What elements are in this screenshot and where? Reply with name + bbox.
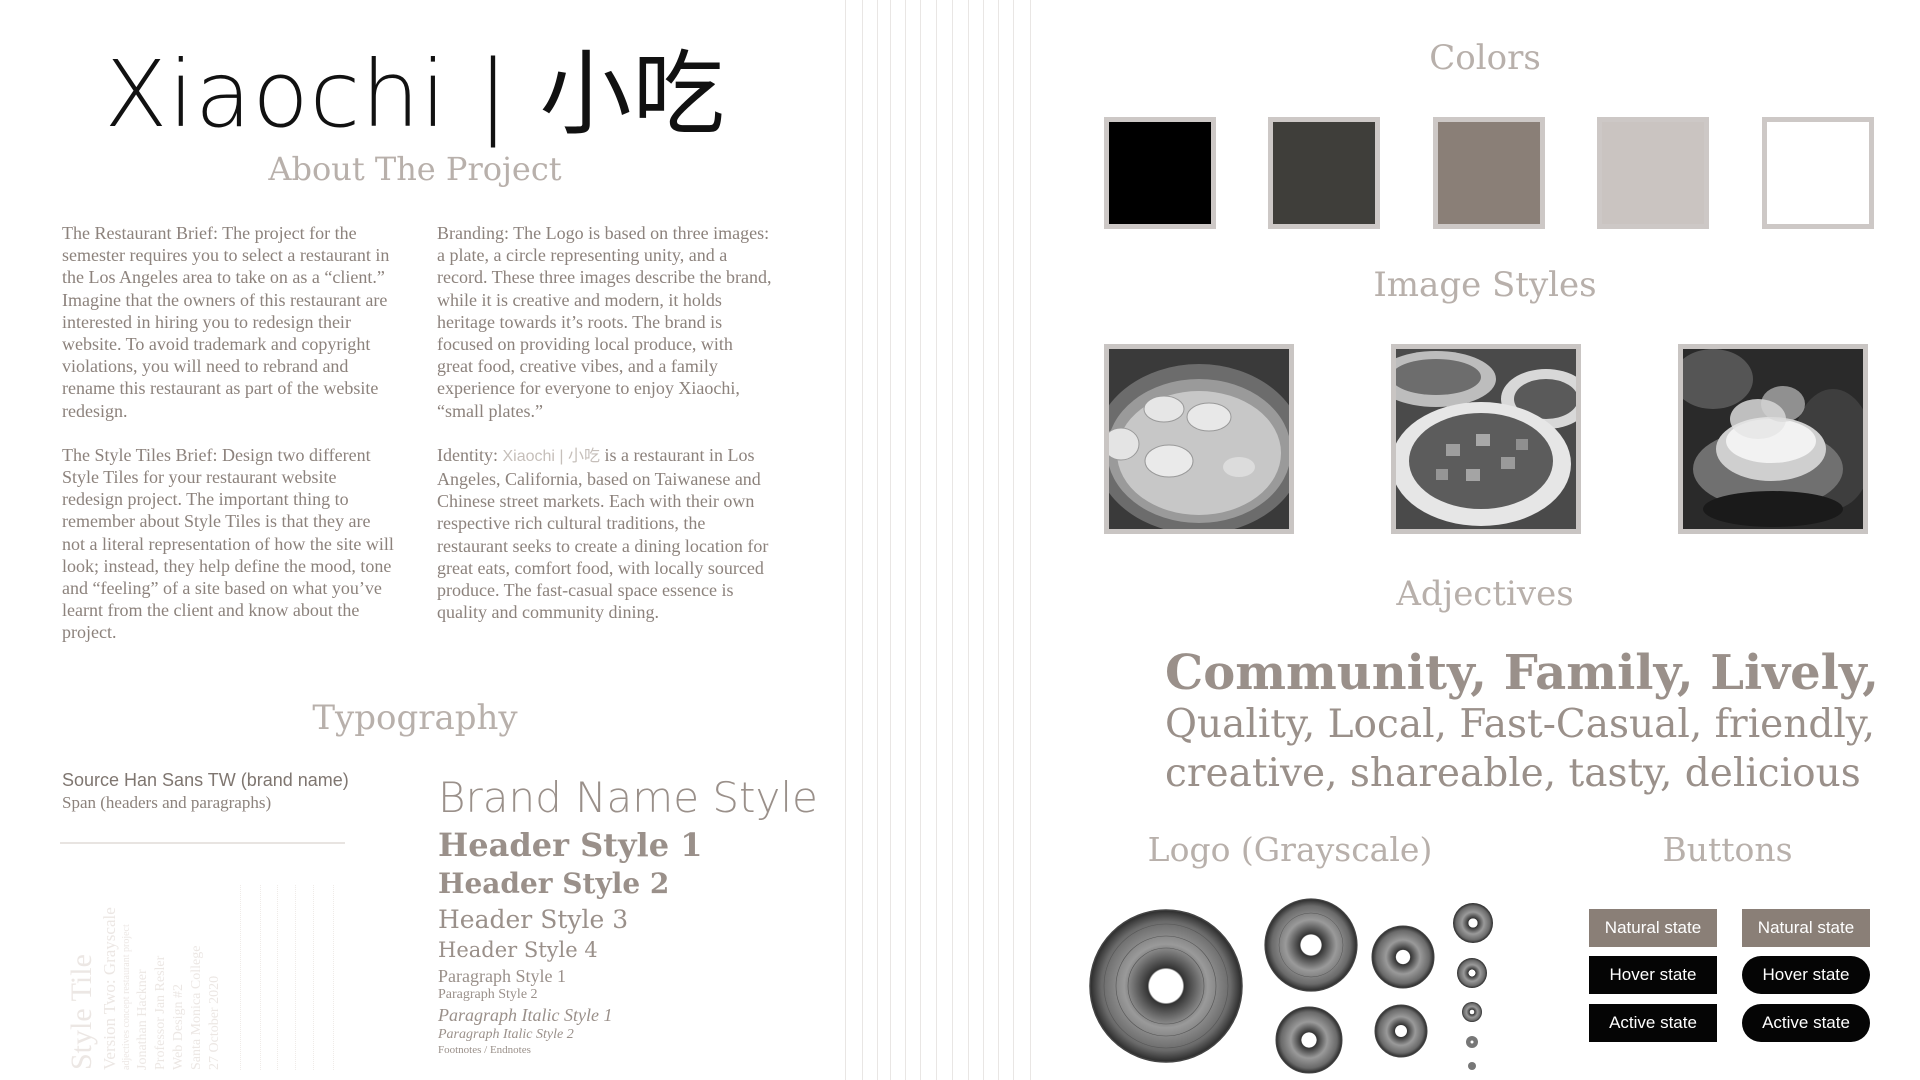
- logo-record-xs-5-icon: [1468, 1062, 1476, 1070]
- restaurant-brief-paragraph: The Restaurant Brief: The project for th…: [62, 223, 390, 421]
- dotted-line: [260, 885, 261, 1070]
- adjectives-line-2: Quality, Local, Fast-Casual, friendly,: [1165, 702, 1876, 747]
- paragraph-style-1-sample: Paragraph Style 1: [438, 966, 566, 986]
- style-tile-course: Web Design #2: [171, 984, 186, 1070]
- dumplings-photo: [1104, 344, 1294, 534]
- logo-record-xs-3-icon: [1462, 1002, 1482, 1022]
- logo-record-xs-4-icon: [1466, 1036, 1478, 1048]
- typography-heading: Typography: [312, 698, 518, 738]
- tofu-dish-image: [1396, 349, 1576, 529]
- branding-paragraph: Branding: The Logo is based on three ima…: [437, 223, 772, 421]
- rounded-active-state-button[interactable]: Active state: [1742, 1004, 1870, 1042]
- logo-variations: [1089, 898, 1493, 1074]
- body-font-label: Span (headers and paragraphs): [62, 793, 272, 812]
- dotted-line: [333, 885, 334, 1070]
- square-active-state-button[interactable]: Active state: [1589, 1004, 1717, 1042]
- header-style-4-sample: Header Style 4: [438, 938, 598, 962]
- style-tile-school: Santa Monica College: [189, 945, 204, 1070]
- dotted-line: [295, 885, 296, 1070]
- vertical-line: [920, 0, 921, 1080]
- colors-heading: Colors: [1429, 38, 1541, 78]
- vertical-line: [862, 0, 863, 1080]
- identity-brand-name: Xiaochi | 小吃: [502, 447, 601, 465]
- logo-record-xs-1-icon: [1453, 903, 1493, 943]
- paragraph-italic-style-2-sample: Paragraph Italic Style 2: [438, 1027, 574, 1042]
- dotted-line: [277, 885, 278, 1070]
- paragraph-italic-style-1-sample: Paragraph Italic Style 1: [438, 1005, 613, 1025]
- vertical-line: [905, 0, 906, 1080]
- color-swatch-white: [1762, 117, 1874, 229]
- brand-font-label: Source Han Sans TW (brand name): [62, 770, 349, 790]
- vertical-line: [952, 0, 953, 1080]
- rounded-natural-state-button[interactable]: Natural state: [1742, 909, 1870, 947]
- image-styles-heading: Image Styles: [1373, 265, 1597, 305]
- header-style-2-sample: Header Style 2: [438, 867, 670, 900]
- identity-paragraph: Identity: Xiaochi | 小吃 is a restaurant i…: [437, 444, 772, 624]
- hot-pot-image: [1683, 349, 1863, 529]
- logo-record-xs-2-icon: [1457, 958, 1487, 988]
- adjectives-line-1: Community, Family, Lively,: [1165, 645, 1879, 701]
- vertical-line: [890, 0, 891, 1080]
- style-tile-professor: Professor Jan Resler: [153, 955, 168, 1070]
- rounded-hover-state-button[interactable]: Hover state: [1742, 956, 1870, 994]
- about-column-left: The Restaurant Brief: The project for th…: [62, 222, 397, 666]
- dumplings-image: [1109, 349, 1289, 529]
- style-tile-author: Jonathan Hackner: [135, 969, 150, 1070]
- vertical-line: [1013, 0, 1014, 1080]
- style-tiles-brief-paragraph: The Style Tiles Brief: Design two differ…: [62, 444, 394, 643]
- vertical-line: [998, 0, 999, 1080]
- header-style-3-sample: Header Style 3: [438, 905, 629, 934]
- color-swatch-charcoal: [1268, 117, 1380, 229]
- about-heading: About The Project: [268, 150, 562, 188]
- vertical-line: [983, 0, 984, 1080]
- color-swatch-black: [1104, 117, 1216, 229]
- identity-prefix: Identity:: [437, 444, 503, 465]
- color-swatch-light-gray: [1597, 117, 1709, 229]
- footnotes-sample: Footnotes / Endnotes: [438, 1044, 531, 1056]
- logo-record-small-2-icon: [1374, 1004, 1428, 1058]
- dotted-line: [240, 885, 241, 1070]
- logo-record-medium-icon: [1264, 898, 1358, 992]
- dotted-line: [313, 885, 314, 1070]
- vertical-line: [845, 0, 846, 1080]
- logo-record-large-icon: [1089, 909, 1243, 1063]
- adjectives-heading: Adjectives: [1396, 574, 1574, 614]
- color-swatch-taupe: [1433, 117, 1545, 229]
- style-tile-title: Style Tile: [65, 954, 98, 1070]
- style-tile-label: Style Tile Version Two: Grayscale adject…: [55, 870, 355, 1070]
- brand-title: Xiaochi | 小吃: [104, 41, 726, 148]
- vertical-line: [968, 0, 969, 1080]
- tofu-dish-photo: [1391, 344, 1581, 534]
- style-tile-concept: adjectives concept restaurant project: [121, 924, 132, 1070]
- hot-pot-photo: [1678, 344, 1868, 534]
- square-hover-state-button[interactable]: Hover state: [1589, 956, 1717, 994]
- logo-heading: Logo (Grayscale): [1147, 830, 1433, 869]
- logo-record-small-icon: [1371, 925, 1435, 989]
- vertical-line: [936, 0, 937, 1080]
- about-column-right: Branding: The Logo is based on three ima…: [437, 222, 772, 645]
- style-tile-subtitle: Version Two: Grayscale: [100, 907, 119, 1070]
- vertical-line: [877, 0, 878, 1080]
- identity-text: is a restaurant in Los Angeles, Californ…: [437, 444, 769, 623]
- header-style-1-sample: Header Style 1: [438, 826, 703, 864]
- square-natural-state-button[interactable]: Natural state: [1589, 909, 1717, 947]
- typography-divider: [60, 842, 345, 844]
- buttons-heading: Buttons: [1662, 830, 1793, 869]
- style-tile-date: 27 October 2020: [207, 975, 222, 1070]
- brand-name-style-sample: Brand Name Style: [438, 773, 818, 822]
- logo-record-medium-2-icon: [1275, 1006, 1343, 1074]
- adjectives-line-3: creative, shareable, tasty, delicious: [1165, 751, 1861, 796]
- paragraph-style-2-sample: Paragraph Style 2: [438, 987, 538, 1002]
- vertical-line: [1030, 0, 1031, 1080]
